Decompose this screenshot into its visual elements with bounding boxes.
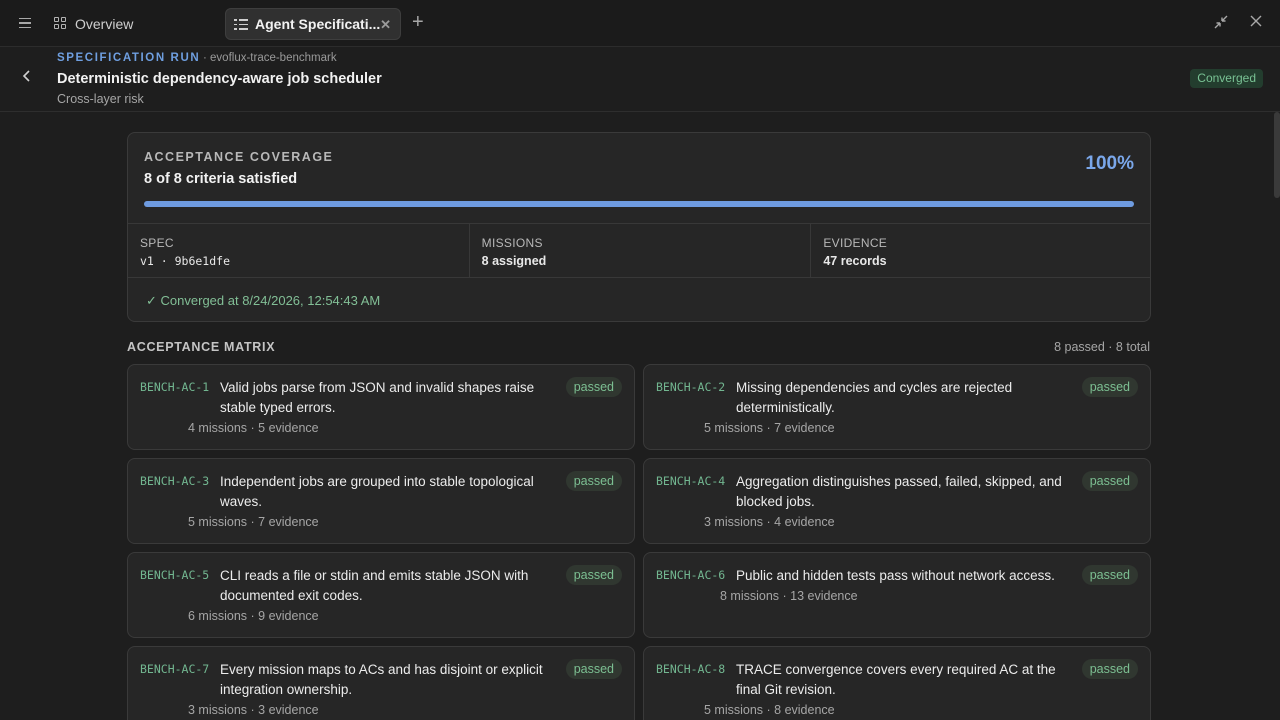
ac-description: Aggregation distinguishes passed, failed… [736, 474, 1062, 509]
stat-evidence: EVIDENCE 47 records [811, 224, 1150, 277]
ac-id: BENCH-AC-2 [656, 380, 726, 394]
close-window-icon[interactable] [1249, 14, 1263, 33]
ac-card[interactable]: BENCH-AC-2 Missing dependencies and cycl… [643, 364, 1151, 450]
stat-value: 47 records [823, 254, 887, 268]
ac-meta: 4 missions · 5 evidence [188, 421, 319, 435]
ac-description: CLI reads a file or stdin and emits stab… [220, 568, 529, 603]
coverage-title: ACCEPTANCE COVERAGE [144, 150, 334, 164]
ac-description: Independent jobs are grouped into stable… [220, 474, 534, 509]
stat-spec: SPEC v1 · 9b6e1dfe [128, 224, 470, 277]
ac-id: BENCH-AC-5 [140, 568, 210, 582]
ac-card[interactable]: BENCH-AC-4 Aggregation distinguishes pas… [643, 458, 1151, 544]
chevron-left-icon [22, 70, 30, 82]
ac-id: BENCH-AC-4 [656, 474, 726, 488]
tab-label: Overview [75, 16, 134, 32]
ac-card[interactable]: BENCH-AC-1 Valid jobs parse from JSON an… [127, 364, 635, 450]
page-title: Deterministic dependency-aware job sched… [57, 71, 382, 87]
stat-value: v1 · 9b6e1dfe [140, 254, 231, 268]
ac-meta: 3 missions · 4 evidence [704, 515, 835, 529]
ac-description: Valid jobs parse from JSON and invalid s… [220, 380, 535, 415]
check-icon: ✓ [146, 293, 157, 308]
page-subtitle: Cross-layer risk [57, 92, 144, 106]
tab-overview[interactable]: Overview [46, 8, 206, 40]
tab-agent-specification[interactable]: Agent Specificati... ✕ [225, 8, 401, 40]
status-badge: passed [1081, 659, 1138, 679]
tab-bar: Overview Agent Specificati... ✕ + [0, 0, 1280, 47]
stat-value: 8 assigned [481, 254, 547, 268]
matrix-count: 8 passed · 8 total [1054, 340, 1150, 354]
stat-missions: MISSIONS 8 assigned [470, 224, 812, 277]
converged-text: Converged at 8/24/2026, 12:54:43 AM [160, 293, 381, 308]
ac-card[interactable]: BENCH-AC-6 Public and hidden tests pass … [643, 552, 1151, 638]
matrix-title: ACCEPTANCE MATRIX [127, 340, 276, 354]
stat-label: EVIDENCE [823, 236, 888, 250]
ac-id: BENCH-AC-8 [656, 662, 726, 676]
run-type-label: SPECIFICATION RUN [57, 52, 201, 64]
ac-meta: 3 missions · 3 evidence [188, 703, 319, 717]
coverage-progress-bar [144, 201, 1134, 207]
converged-status: ✓ Converged at 8/24/2026, 12:54:43 AM [146, 293, 380, 309]
coverage-summary: 8 of 8 criteria satisfied [144, 171, 298, 187]
coverage-percent: 100% [1085, 153, 1134, 174]
ac-id: BENCH-AC-1 [140, 380, 210, 394]
ac-card[interactable]: BENCH-AC-7 Every mission maps to ACs and… [127, 646, 635, 720]
ac-id: BENCH-AC-6 [656, 568, 726, 582]
ac-card[interactable]: BENCH-AC-3 Independent jobs are grouped … [127, 458, 635, 544]
menu-icon[interactable] [14, 12, 36, 34]
tab-label: Agent Specificati... [255, 16, 381, 32]
status-badge: passed [565, 565, 622, 585]
stat-label: MISSIONS [481, 236, 543, 250]
ac-meta: 8 missions · 13 evidence [720, 589, 858, 603]
ac-id: BENCH-AC-3 [140, 474, 210, 488]
ac-description: Public and hidden tests pass without net… [736, 568, 1055, 583]
status-badge: passed [1081, 565, 1138, 585]
ac-description: Missing dependencies and cycles are reje… [736, 380, 1013, 415]
ac-meta: 5 missions · 7 evidence [704, 421, 835, 435]
page-header: SPECIFICATION RUN · evoflux-trace-benchm… [0, 47, 1280, 112]
ac-meta: 5 missions · 8 evidence [704, 703, 835, 717]
status-badge: passed [1081, 471, 1138, 491]
ac-description: TRACE convergence covers every required … [736, 662, 1056, 697]
checklist-icon [234, 17, 248, 31]
ac-meta: 5 missions · 7 evidence [188, 515, 319, 529]
new-tab-button[interactable]: + [412, 12, 424, 32]
ac-card[interactable]: BENCH-AC-8 TRACE convergence covers ever… [643, 646, 1151, 720]
progress-fill [144, 201, 1134, 207]
run-source: · evoflux-trace-benchmark [203, 52, 337, 64]
coverage-stats: SPEC v1 · 9b6e1dfe MISSIONS 8 assigned E… [128, 223, 1150, 278]
close-tab-icon[interactable]: ✕ [380, 17, 391, 33]
ac-meta: 6 missions · 9 evidence [188, 609, 319, 623]
ac-description: Every mission maps to ACs and has disjoi… [220, 662, 543, 697]
status-badge: passed [565, 377, 622, 397]
ac-card[interactable]: BENCH-AC-5 CLI reads a file or stdin and… [127, 552, 635, 638]
status-badge: passed [1081, 377, 1138, 397]
back-button[interactable] [22, 69, 32, 88]
ac-id: BENCH-AC-7 [140, 662, 210, 676]
collapse-icon[interactable] [1213, 14, 1229, 35]
scrollbar[interactable] [1274, 112, 1280, 198]
status-badge: Converged [1190, 69, 1263, 88]
stat-label: SPEC [140, 236, 174, 250]
acceptance-coverage-card: ACCEPTANCE COVERAGE 8 of 8 criteria sati… [127, 132, 1151, 322]
grid-icon [54, 17, 68, 31]
status-badge: passed [565, 659, 622, 679]
status-badge: passed [565, 471, 622, 491]
